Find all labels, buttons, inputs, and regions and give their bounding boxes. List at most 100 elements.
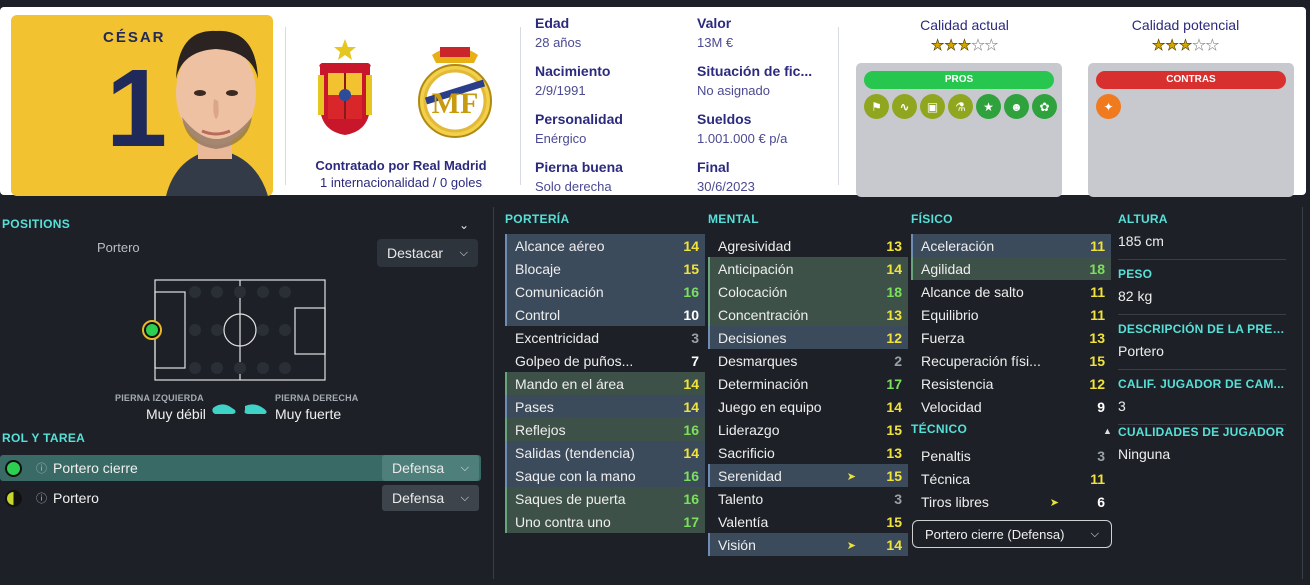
attribute-row[interactable]: Fuerza 13	[911, 326, 1111, 349]
age-value: 28 años	[535, 35, 582, 50]
attribute-value: 15	[886, 421, 902, 438]
attribute-name: Blocaje	[515, 260, 561, 277]
attribute-row[interactable]: Excentricidad 3	[505, 326, 705, 349]
panel-divider	[493, 207, 494, 579]
info-icon[interactable]: ⓘ	[36, 490, 47, 506]
attribute-row[interactable]: Decisiones 12	[708, 326, 908, 349]
attribute-value: 13	[886, 306, 902, 323]
attribute-row[interactable]: Resistencia 12	[911, 372, 1111, 395]
progress-arrow-icon: ➤	[846, 540, 856, 552]
attribute-name: Talento	[718, 490, 764, 507]
international-caps: 1 internacionalidad / 0 goles	[320, 175, 482, 190]
attribute-row[interactable]: Penaltis 3	[911, 444, 1111, 467]
attribute-name: Saque con la mano	[515, 467, 636, 484]
attribute-row[interactable]: Liderazgo 15	[708, 418, 908, 441]
mental-title: MENTAL	[708, 212, 759, 226]
attribute-row[interactable]: Determinación 17	[708, 372, 908, 395]
attribute-row[interactable]: Comunicación 16	[505, 280, 705, 303]
attribute-row[interactable]: Visión ➤ 14	[708, 533, 908, 556]
attribute-row[interactable]: Golpeo de puños... 7	[505, 349, 705, 372]
role-row-sweeper-keeper[interactable]: ⓘ Portero cierre Defensa ⌵	[0, 455, 481, 481]
attribute-row[interactable]: Colocación 18	[708, 280, 908, 303]
attribute-name: Concentración	[718, 306, 809, 323]
attribute-row[interactable]: Anticipación 14	[708, 257, 908, 280]
pitch-icon[interactable]: ▣	[920, 94, 945, 119]
scrollbar[interactable]	[1302, 207, 1303, 579]
star-icon: ★	[930, 37, 945, 54]
role-indicator-icon	[5, 489, 22, 507]
attribute-name: Alcance de salto	[921, 283, 1024, 300]
attribute-row[interactable]: Equilibrio 11	[911, 303, 1111, 326]
attribute-row[interactable]: Serenidad ➤ 15	[708, 464, 908, 487]
attribute-row[interactable]: Pases 14	[505, 395, 705, 418]
role-row-goalkeeper[interactable]: ⓘ Portero Defensa ⌵	[0, 485, 481, 511]
club-badges: MF	[318, 39, 492, 138]
flag-icon[interactable]: ⚑	[864, 94, 889, 119]
position-pitch[interactable]	[137, 278, 337, 388]
attribute-row[interactable]: Uno contra uno 17	[505, 510, 705, 533]
info-icon[interactable]: ⓘ	[36, 460, 47, 476]
attribute-row[interactable]: Control 10	[505, 303, 705, 326]
attribute-name: Velocidad	[921, 398, 982, 415]
duty-dropdown[interactable]: Defensa ⌵	[382, 485, 479, 511]
attribute-name: Desmarques	[718, 352, 798, 369]
chevron-down-icon[interactable]: ⌄	[459, 218, 469, 232]
highlight-dropdown[interactable]: Destacar ⌵	[377, 239, 478, 267]
outfield-rating-label: CALIF. JUGADOR DE CAM...	[1118, 377, 1285, 391]
info-column-2: Valor 13M € Situación de fic... No asign…	[697, 15, 827, 207]
attribute-row[interactable]: Sacrificio 13	[708, 441, 908, 464]
media-description-info: DESCRIPCIÓN DE LA PREN... Portero	[1118, 322, 1286, 370]
player-traits-label: CUALIDADES DE JUGADOR	[1118, 425, 1285, 439]
star-icon[interactable]: ★	[976, 94, 1001, 119]
attribute-row[interactable]: Reflejos 16	[505, 418, 705, 441]
player-photo: CÉSAR 1	[11, 15, 273, 196]
attribute-row[interactable]: Tiros libres ➤ 6	[911, 490, 1111, 513]
attribute-row[interactable]: Agilidad 18	[911, 257, 1111, 280]
attribute-row[interactable]: Concentración 13	[708, 303, 908, 326]
registration-label: Situación de fic...	[697, 63, 813, 79]
attribute-row[interactable]: Talento 3	[708, 487, 908, 510]
attribute-row[interactable]: Técnica 11	[911, 467, 1111, 490]
goalkeeping-attributes: PORTERÍA Alcance aéreo 14 Blocaje 15 Comunic…	[505, 212, 705, 533]
attribute-row[interactable]: Desmarques 2	[708, 349, 908, 372]
attribute-name: Aceleración	[921, 237, 995, 254]
attribute-name: Resistencia	[921, 375, 994, 392]
role-highlight-dropdown[interactable]: Portero cierre (Defensa) ⌵	[912, 520, 1112, 548]
attribute-name: Uno contra uno	[515, 513, 611, 530]
attribute-row[interactable]: Aceleración 11	[911, 234, 1111, 257]
attribute-value: 14	[683, 444, 699, 461]
attribute-value: 11	[1090, 470, 1105, 487]
attribute-name: Determinación	[718, 375, 809, 392]
attribute-row[interactable]: Salidas (tendencia) 14	[505, 441, 705, 464]
header-divider	[285, 27, 286, 185]
player-traits-info: CUALIDADES DE JUGADOR Ninguna	[1118, 425, 1286, 462]
attribute-row[interactable]: Juego en equipo 14	[708, 395, 908, 418]
attribute-row[interactable]: Alcance de salto 11	[911, 280, 1111, 303]
attribute-row[interactable]: Velocidad 9	[911, 395, 1111, 418]
duty-dropdown[interactable]: Defensa ⌵	[382, 455, 479, 481]
brain-icon[interactable]: ✿	[1032, 94, 1057, 119]
attribute-name: Reflejos	[515, 421, 566, 438]
attribute-row[interactable]: Saque con la mano 16	[505, 464, 705, 487]
potential-ability-label: Calidad potencial	[1131, 17, 1240, 33]
star-icon: ★	[1165, 37, 1179, 54]
chevron-down-icon: ⌵	[460, 461, 469, 474]
star-icon: ★	[1151, 37, 1166, 54]
attribute-row[interactable]: Alcance aéreo 14	[505, 234, 705, 257]
boots-icon	[212, 404, 267, 414]
attribute-name: Penaltis	[921, 447, 971, 464]
flask-icon[interactable]: ⚗	[948, 94, 973, 119]
technical-title: TÉCNICO	[911, 422, 968, 436]
head-icon[interactable]: ☻	[1004, 94, 1029, 119]
chevron-up-icon[interactable]: ▲	[1103, 426, 1112, 436]
attribute-row[interactable]: Agresividad 13	[708, 234, 908, 257]
wave-icon[interactable]: ∿	[892, 94, 917, 119]
attribute-row[interactable]: Mando en el área 14	[505, 372, 705, 395]
attribute-row[interactable]: Recuperación físi... 15	[911, 349, 1111, 372]
attribute-row[interactable]: Valentía 15	[708, 510, 908, 533]
attribute-row[interactable]: Saques de puerta 16	[505, 487, 705, 510]
attribute-row[interactable]: Blocaje 15	[505, 257, 705, 280]
foot-icon[interactable]: ✦	[1096, 94, 1121, 119]
attribute-value: 2	[894, 352, 902, 369]
svg-text:MF: MF	[432, 87, 479, 120]
